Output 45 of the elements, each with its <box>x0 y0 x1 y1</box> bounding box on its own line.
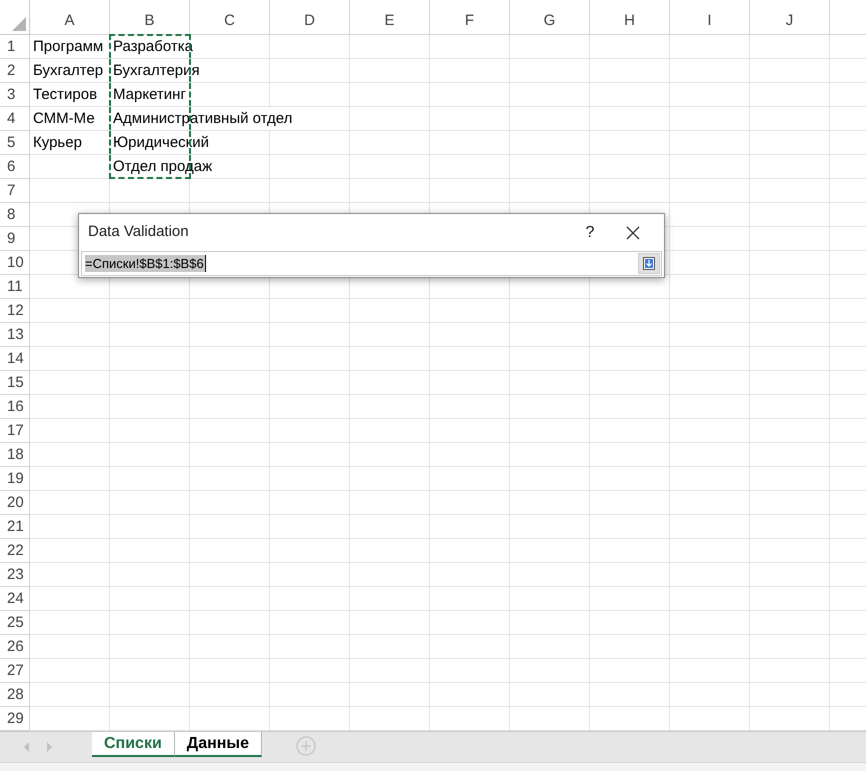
column-header[interactable]: D <box>270 0 350 35</box>
help-button[interactable]: ? <box>570 220 610 244</box>
column-header[interactable]: G <box>510 0 590 35</box>
row-header[interactable]: 12 <box>0 299 30 323</box>
row-header[interactable]: 25 <box>0 611 30 635</box>
collapse-dialog-button[interactable] <box>638 253 660 274</box>
row-header[interactable]: 21 <box>0 515 30 539</box>
sheet-tab[interactable]: Данные <box>174 732 262 757</box>
column-header[interactable]: J <box>750 0 830 35</box>
row-header[interactable]: 28 <box>0 683 30 707</box>
table-cell[interactable]: Административный отдел <box>110 107 294 130</box>
row-header[interactable]: 17 <box>0 419 30 443</box>
arrow-down-icon <box>643 257 655 270</box>
sheet-tab[interactable]: Списки <box>92 732 175 757</box>
row-header[interactable]: 24 <box>0 587 30 611</box>
row-header[interactable]: 10 <box>0 251 30 275</box>
selected-formula-text: =Списки!$B$1:$B$6 <box>85 255 206 272</box>
column-header[interactable]: E <box>350 0 430 35</box>
column-header[interactable]: F <box>430 0 510 35</box>
row-header[interactable]: 16 <box>0 395 30 419</box>
row-header[interactable]: 7 <box>0 179 30 203</box>
dialog-title: Data Validation <box>88 222 190 242</box>
row-header[interactable]: 27 <box>0 659 30 683</box>
row-header[interactable]: 22 <box>0 539 30 563</box>
row-header[interactable]: 15 <box>0 371 30 395</box>
row-header[interactable]: 13 <box>0 323 30 347</box>
row-header[interactable]: 20 <box>0 491 30 515</box>
column-header[interactable]: H <box>590 0 670 35</box>
column-header[interactable]: I <box>670 0 750 35</box>
row-header[interactable]: 23 <box>0 563 30 587</box>
row-header[interactable]: 9 <box>0 227 30 251</box>
row-header[interactable]: 6 <box>0 155 30 179</box>
row-header[interactable]: 19 <box>0 467 30 491</box>
formula-input-field[interactable]: =Списки!$B$1:$B$6 <box>81 251 662 276</box>
scroll-left-icon[interactable] <box>24 742 29 752</box>
row-header[interactable]: 8 <box>0 203 30 227</box>
close-icon[interactable] <box>626 226 640 240</box>
row-header[interactable]: 11 <box>0 275 30 299</box>
add-sheet-icon[interactable] <box>296 736 316 756</box>
row-header[interactable]: 26 <box>0 635 30 659</box>
scroll-right-icon[interactable] <box>47 742 52 752</box>
select-all-corner[interactable] <box>0 0 30 35</box>
row-header[interactable]: 14 <box>0 347 30 371</box>
column-header[interactable]: C <box>190 0 270 35</box>
row-header[interactable]: 18 <box>0 443 30 467</box>
